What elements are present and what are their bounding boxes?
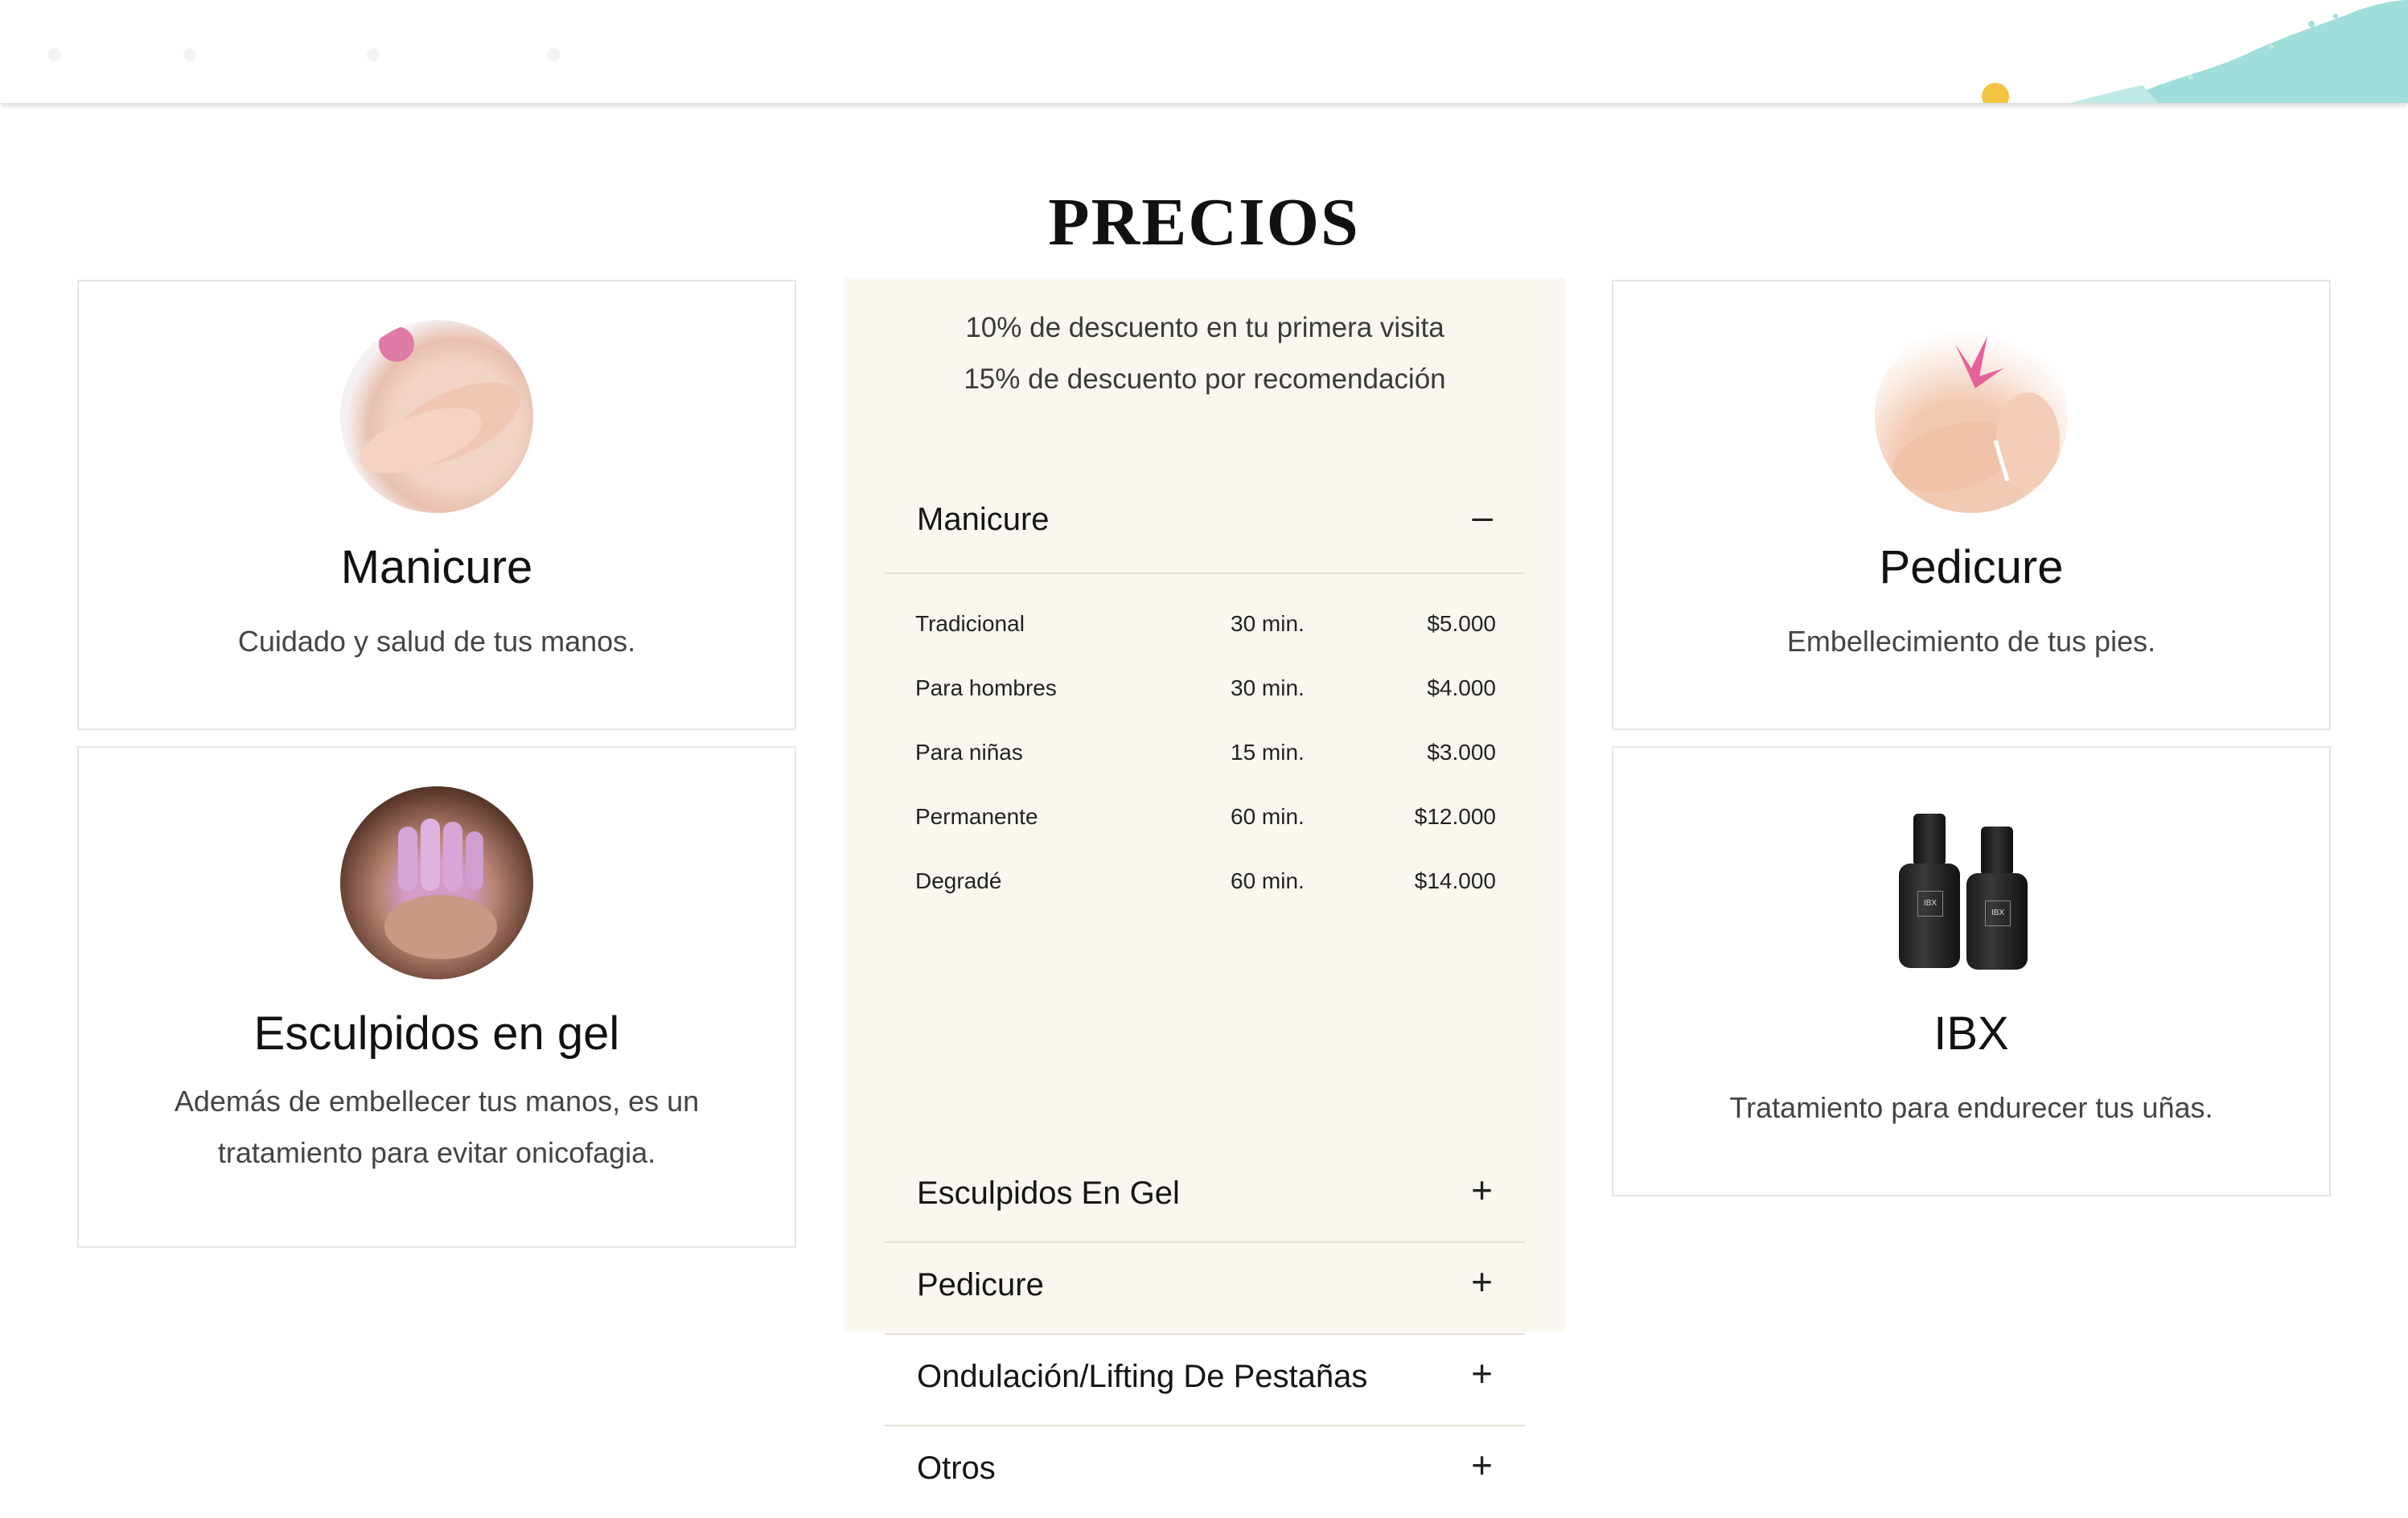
service-price: $4.000 xyxy=(1427,675,1496,700)
bottle-cap xyxy=(1981,827,2013,873)
service-price: $3.000 xyxy=(1427,740,1496,765)
pedicure-photo xyxy=(1875,320,2068,513)
faint-nav-dot xyxy=(48,48,61,61)
service-duration: 30 min. xyxy=(1231,611,1305,636)
card-title: Pedicure xyxy=(1879,541,2064,593)
card-description: Cuidado y salud de tus manos. xyxy=(237,625,636,658)
card-description: Además de embellecer tus manos, es un tr… xyxy=(174,1085,700,1169)
gel-nails-photo xyxy=(340,786,533,979)
ibx-bottles-image: IBX IBX xyxy=(1899,806,2044,983)
service-duration: 60 min. xyxy=(1231,868,1305,893)
page-title: PRECIOS xyxy=(1048,185,1360,261)
service-card-ibx: IBX IBX IBX Tratamiento para endurecer t… xyxy=(1612,746,2331,1196)
accordion-label: Manicure xyxy=(917,502,1050,537)
service-name: Tradicional xyxy=(915,611,1025,636)
faint-nav-dot xyxy=(183,48,196,61)
card-title: IBX xyxy=(1933,1007,2009,1060)
accordion-esculpidos-gel[interactable]: Esculpidos En Gel + xyxy=(885,1153,1525,1243)
collapse-icon[interactable]: – xyxy=(1472,497,1493,535)
pricing-panel: 10% de descuento en tu primera visita 15… xyxy=(844,278,1565,1486)
faint-nav-dot xyxy=(547,48,560,61)
faint-nav-dot xyxy=(367,48,380,61)
card-description: Tratamiento para endurecer tus uñas. xyxy=(1729,1091,2213,1124)
bottle-body: IBX xyxy=(1899,864,1960,968)
accordion-label: Ondulación/Lifting De Pestañas xyxy=(917,1359,1368,1394)
service-duration: 15 min. xyxy=(1231,740,1305,765)
decorative-yellow-dot xyxy=(1982,83,2009,103)
expand-icon[interactable]: + xyxy=(1471,1354,1493,1393)
expand-icon[interactable]: + xyxy=(1471,1446,1493,1484)
price-row: Degradé 60 min. $14.000 xyxy=(915,852,1496,917)
service-duration: 60 min. xyxy=(1231,804,1305,829)
service-name: Permanente xyxy=(915,804,1038,829)
expand-icon[interactable]: + xyxy=(1471,1171,1493,1209)
price-row: Permanente 60 min. $12.000 xyxy=(915,788,1496,852)
price-row: Para hombres 30 min. $4.000 xyxy=(915,659,1496,724)
bottle-body: IBX xyxy=(1966,873,2028,970)
site-header xyxy=(0,0,2408,103)
service-price: $12.000 xyxy=(1414,804,1496,829)
accordion-label: Pedicure xyxy=(917,1267,1044,1303)
accordion-otros[interactable]: Otros + xyxy=(885,1428,1525,1518)
accordion-label: Otros xyxy=(917,1450,996,1486)
manicure-photo xyxy=(340,320,533,513)
accordion-label: Esculpidos En Gel xyxy=(917,1175,1180,1211)
service-price: $5.000 xyxy=(1427,611,1496,636)
price-row: Tradicional 30 min. $5.000 xyxy=(915,595,1496,659)
accordion-lifting-pestanas[interactable]: Ondulación/Lifting De Pestañas + xyxy=(885,1336,1525,1426)
card-title: Esculpidos en gel xyxy=(253,1007,620,1060)
manicure-price-list: Tradicional 30 min. $5.000 Para hombres … xyxy=(915,595,1496,917)
promo-first-visit: 10% de descuento en tu primera visita xyxy=(965,312,1444,343)
service-card-pedicure: Pedicure Embellecimiento de tus pies. xyxy=(1612,280,2331,730)
service-name: Para hombres xyxy=(915,675,1057,700)
service-name: Para niñas xyxy=(915,740,1023,765)
accordion-manicure[interactable]: Manicure – xyxy=(885,479,1525,574)
service-price: $14.000 xyxy=(1414,868,1496,893)
price-row: Para niñas 15 min. $3.000 xyxy=(915,724,1496,788)
service-duration: 30 min. xyxy=(1231,675,1305,700)
promo-referral: 15% de descuento por recomendación xyxy=(964,363,1446,395)
card-title: Manicure xyxy=(340,541,533,593)
decorative-brush-stroke xyxy=(2070,0,2408,103)
accordion-pedicure[interactable]: Pedicure + xyxy=(885,1245,1525,1335)
service-card-manicure: Manicure Cuidado y salud de tus manos. xyxy=(77,280,796,730)
service-card-gel: Esculpidos en gel Además de embellecer t… xyxy=(77,746,796,1248)
card-description: Embellecimiento de tus pies. xyxy=(1786,625,2156,658)
service-name: Degradé xyxy=(915,868,1002,893)
expand-icon[interactable]: + xyxy=(1471,1262,1493,1301)
bottle-label: IBX xyxy=(1917,891,1943,917)
bottle-cap xyxy=(1913,814,1946,864)
bottle-label: IBX xyxy=(1985,901,2011,926)
